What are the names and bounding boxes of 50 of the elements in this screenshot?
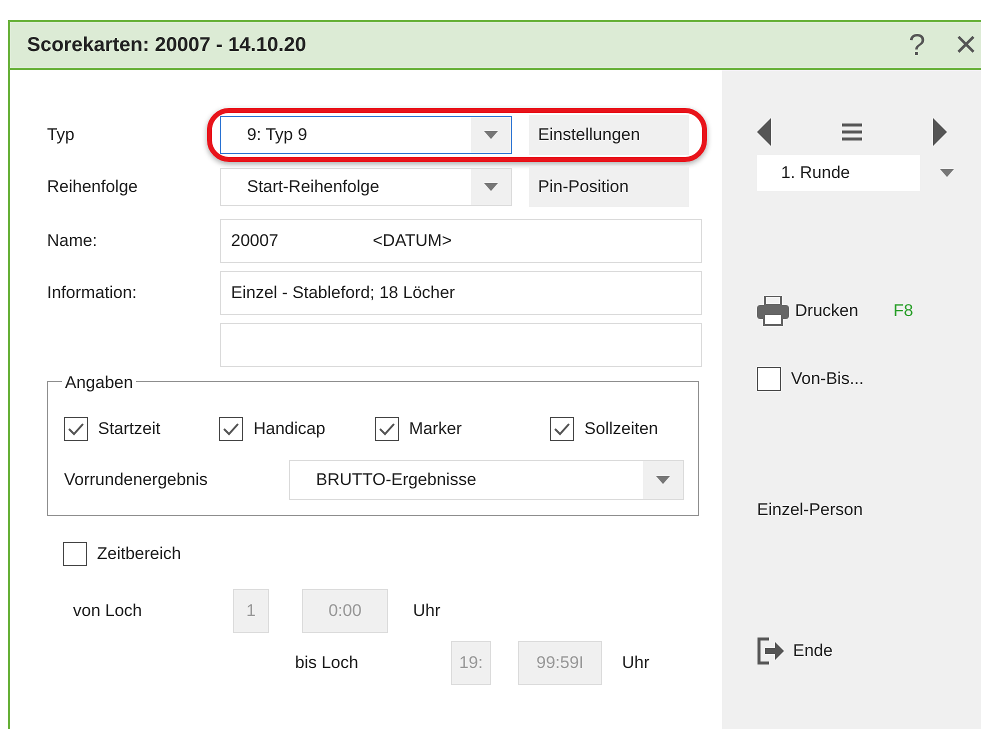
dropdown-arrow-icon — [484, 183, 498, 191]
checkbox-label: Startzeit — [98, 418, 160, 440]
checkbox[interactable] — [550, 417, 574, 441]
print-button[interactable]: Drucken — [757, 296, 858, 326]
settings-button[interactable]: Einstellungen — [529, 115, 689, 155]
checkbox-label: Zeitbereich — [97, 543, 182, 565]
text-field[interactable]: 20007 <DATUM> — [220, 219, 702, 263]
checkbox[interactable] — [374, 417, 399, 441]
single-person-button[interactable]: Einzel-Person — [757, 496, 863, 522]
checkbox[interactable] — [219, 417, 244, 441]
unit-label: Uhr — [413, 600, 440, 622]
field-label: Information: — [47, 282, 138, 304]
checkbox[interactable] — [63, 542, 87, 566]
field-label: Vorrundenergebnis — [64, 469, 209, 492]
text-field[interactable] — [220, 323, 702, 367]
dropdown-field[interactable]: BRUTTO-Ergebnisse — [289, 460, 684, 500]
close-button[interactable]: × — [951, 26, 981, 64]
round-dropdown[interactable]: 1. Runde — [757, 155, 920, 191]
field-label: Name: — [47, 230, 98, 252]
field-label: bis Loch — [295, 652, 360, 674]
checkbox-label: Von-Bis... — [791, 368, 864, 390]
dropdown-field[interactable]: Start-Reihenfolge — [220, 168, 512, 206]
checkbox-label: Marker — [408, 418, 462, 440]
field-label: Typ — [47, 124, 76, 146]
exit-button[interactable]: Ende — [757, 637, 833, 665]
checkmark-icon — [222, 422, 240, 436]
checkbox[interactable] — [64, 417, 88, 441]
unit-label: Uhr — [622, 652, 650, 674]
text-field[interactable]: Einzel - Stableford; 18 Löcher — [220, 271, 702, 315]
previous-icon[interactable] — [757, 118, 771, 146]
field-label: von Loch — [73, 600, 143, 622]
next-icon[interactable] — [933, 118, 947, 146]
dropdown-arrow-icon — [484, 131, 498, 139]
shortcut-key: F8 — [893, 298, 914, 324]
settings-button[interactable]: Pin-Position — [529, 167, 689, 207]
field-label: Reihenfolge — [47, 176, 139, 198]
checkmark-icon — [553, 422, 572, 436]
window-title: Scorekarten: 20007 - 14.10.20 — [27, 33, 308, 58]
help-button[interactable]: ? — [897, 22, 937, 68]
menu-icon[interactable] — [842, 123, 862, 141]
checkmark-icon — [378, 422, 396, 436]
dropdown-arrow-icon — [940, 169, 954, 177]
checkmark-icon — [67, 422, 85, 436]
checkbox-label: Handicap — [253, 418, 326, 440]
printer-icon — [757, 296, 789, 326]
dropdown-field[interactable]: 9: Typ 9 — [220, 116, 512, 154]
checkbox-label: Sollzeiten — [584, 418, 658, 440]
exit-icon — [757, 637, 785, 665]
dropdown-arrow-icon — [656, 476, 670, 484]
checkbox[interactable] — [757, 366, 781, 391]
